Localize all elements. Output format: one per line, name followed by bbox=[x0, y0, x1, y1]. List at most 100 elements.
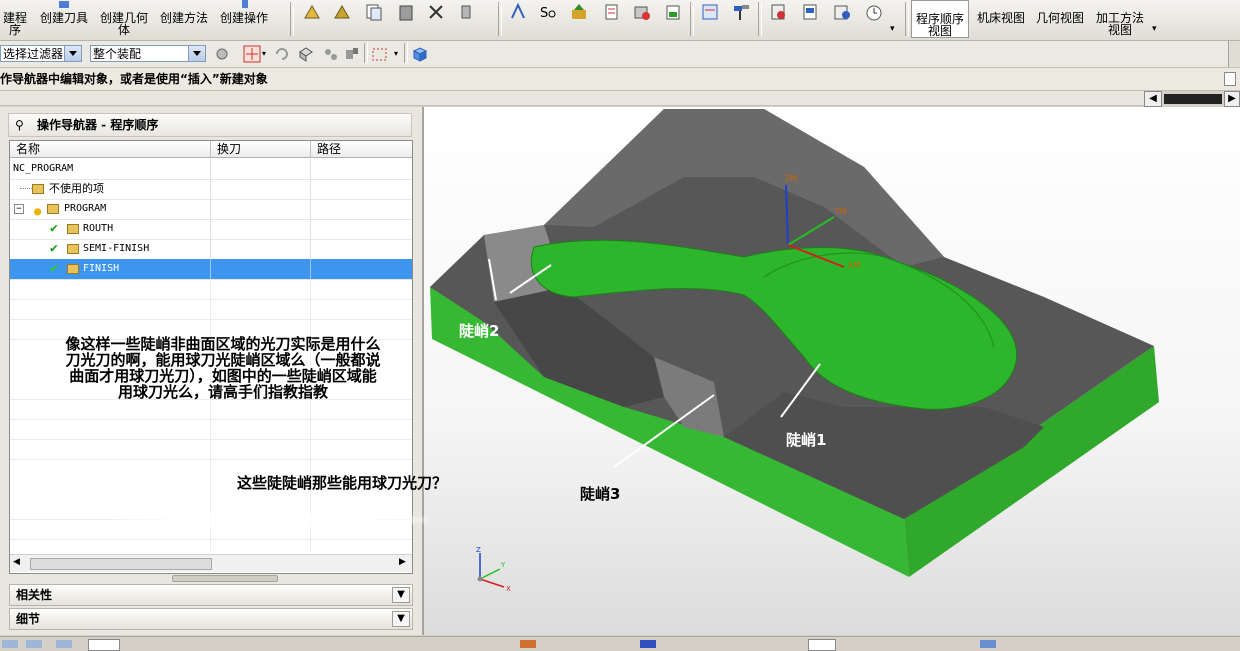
program-group-icon bbox=[67, 224, 79, 234]
label-steep-2: 陡峭2 bbox=[459, 322, 500, 340]
list-toolpath-icon[interactable] bbox=[602, 2, 622, 22]
scroll-thumb[interactable] bbox=[30, 558, 212, 570]
bottom-tool-icon[interactable] bbox=[520, 640, 536, 648]
create-operation-button[interactable]: 创建操作 bbox=[218, 0, 270, 38]
clock-icon[interactable] bbox=[864, 2, 884, 22]
toolbar-separator bbox=[404, 43, 408, 63]
viewport-scroll-strip: ◀ ▶ bbox=[0, 91, 1240, 107]
column-header-tool-change[interactable]: 换刀 bbox=[211, 141, 311, 158]
question-annotation: 像这样一些陡峭非曲面区域的光刀实际是用什么 刀光刀的啊，能用球刀光陡峭区域么（一… bbox=[65, 335, 381, 401]
paste-object-icon[interactable] bbox=[396, 2, 416, 22]
transform-icon[interactable] bbox=[768, 2, 788, 22]
main-toolbar: 建程序 创建刀具 创建几何体 创建方法 创建操作 S ▾ 程序顺序视图 机床视图… bbox=[0, 0, 1240, 41]
create-method-button[interactable]: 创建方法 bbox=[158, 0, 210, 38]
scroll-right-icon[interactable]: ▶ bbox=[399, 557, 406, 567]
toolbar-separator bbox=[905, 2, 909, 36]
status-panel-icon[interactable] bbox=[1224, 72, 1236, 86]
chevron-down-icon[interactable]: ▾ bbox=[394, 49, 398, 58]
information-icon[interactable] bbox=[800, 2, 820, 22]
tree-row[interactable]: 不使用的项 bbox=[10, 179, 412, 200]
lightbulb-icon: ● bbox=[34, 204, 42, 218]
method-view-button[interactable]: 加工方法视图 bbox=[1094, 0, 1146, 38]
select-body-icon[interactable] bbox=[296, 44, 316, 64]
column-header-name[interactable]: 名称 bbox=[10, 141, 211, 158]
verify-toolpath-icon[interactable] bbox=[570, 2, 590, 22]
navigator-title: 操作导航器 - 程序顺序 bbox=[37, 118, 159, 132]
tree-horizontal-scrollbar[interactable]: ◀ ▶ bbox=[10, 554, 412, 572]
undo-icon[interactable] bbox=[272, 44, 292, 64]
chevron-down-icon[interactable]: ▾ bbox=[262, 49, 266, 58]
tree-row-selected[interactable]: ✔ FINISH bbox=[10, 259, 412, 280]
select-component-icon[interactable] bbox=[342, 44, 362, 64]
check-icon: ✔ bbox=[50, 261, 58, 276]
create-geometry-button[interactable]: 创建几何体 bbox=[98, 0, 150, 38]
machine-view-button[interactable]: 机床视图 bbox=[975, 0, 1027, 38]
rectangle-select-icon[interactable] bbox=[370, 44, 390, 64]
collapse-toggle-icon[interactable]: − bbox=[14, 204, 24, 214]
bottom-tool-icon[interactable] bbox=[56, 640, 72, 648]
xm-label: XM bbox=[848, 261, 860, 270]
delete-object-icon[interactable] bbox=[426, 2, 446, 22]
chevron-down-icon[interactable]: ▼ bbox=[392, 611, 410, 627]
graphics-viewport[interactable]: ZM YM XM Z Y X 陡峭2 陡峭1 陡峭3 bbox=[424, 107, 1240, 635]
shop-doc-icon[interactable] bbox=[664, 2, 684, 22]
cut-object-icon[interactable] bbox=[332, 2, 352, 22]
part-model: ZM YM XM Z Y X bbox=[430, 109, 1159, 593]
program-order-icon bbox=[932, 1, 948, 11]
copy-object-icon[interactable] bbox=[364, 2, 384, 22]
generate-toolpath-icon[interactable] bbox=[508, 2, 528, 22]
create-program-button[interactable]: 建程序 bbox=[0, 0, 30, 38]
tree-row[interactable]: NC_PROGRAM bbox=[10, 159, 412, 180]
select-point-icon[interactable] bbox=[242, 44, 262, 64]
create-tool-button[interactable]: 创建刀具 bbox=[38, 0, 90, 38]
chevron-down-icon[interactable] bbox=[188, 46, 205, 61]
snap-icon[interactable] bbox=[212, 44, 232, 64]
bottom-tool-icon[interactable] bbox=[980, 640, 996, 648]
chevron-down-icon[interactable] bbox=[64, 46, 81, 61]
scroll-left-icon[interactable]: ◀ bbox=[13, 557, 20, 567]
bottom-tool-icon[interactable] bbox=[2, 640, 18, 648]
tree-row[interactable]: ✔ SEMI-FINISH bbox=[10, 239, 412, 260]
bottom-tool-icon[interactable] bbox=[26, 640, 42, 648]
tool-library-icon[interactable] bbox=[700, 2, 720, 22]
display-object-icon[interactable] bbox=[456, 2, 476, 22]
toolbar-overflow-icon[interactable]: ▾ bbox=[1152, 24, 1157, 34]
check-icon: ✔ bbox=[50, 221, 58, 236]
bottom-tool-active[interactable] bbox=[88, 639, 120, 651]
details-section[interactable]: 细节 ▼ bbox=[9, 608, 413, 630]
bottom-tool-active[interactable] bbox=[808, 639, 836, 651]
chevron-down-icon[interactable]: ▼ bbox=[392, 587, 410, 603]
toolbar-separator bbox=[364, 43, 368, 63]
select-feature-icon[interactable] bbox=[320, 44, 340, 64]
geometry-view-button[interactable]: 几何视图 bbox=[1033, 0, 1087, 38]
3d-view-icon[interactable] bbox=[410, 44, 430, 64]
geometry-icon bbox=[116, 0, 132, 10]
label-steep-1: 陡峭1 bbox=[786, 431, 827, 449]
dependencies-section[interactable]: 相关性 ▼ bbox=[9, 584, 413, 606]
replay-toolpath-icon[interactable]: S bbox=[538, 2, 558, 22]
postprocess-icon[interactable] bbox=[632, 2, 652, 22]
svg-text:Z: Z bbox=[476, 546, 481, 554]
navigator-title-bar: ⚲ 操作导航器 - 程序顺序 bbox=[8, 113, 412, 137]
svg-text:Y: Y bbox=[500, 561, 506, 569]
assembly-scope-dropdown[interactable]: 整个装配 bbox=[90, 45, 206, 62]
program-order-view-button[interactable]: 程序顺序视图 bbox=[911, 0, 969, 38]
feeds-icon[interactable] bbox=[832, 2, 852, 22]
scroll-left-button[interactable]: ◀ bbox=[1144, 91, 1162, 107]
tree-row[interactable]: − ● PROGRAM bbox=[10, 199, 412, 220]
machine-tool-icon[interactable] bbox=[732, 2, 752, 22]
status-message: 作导航器中编辑对象，或者是使用“插入”新建对象 bbox=[0, 72, 268, 86]
scroll-right-button[interactable]: ▶ bbox=[1224, 91, 1240, 107]
column-header-path[interactable]: 路径 bbox=[311, 141, 412, 158]
bottom-tool-icon[interactable] bbox=[640, 640, 656, 648]
triad-origin bbox=[477, 576, 483, 582]
selection-filter-dropdown[interactable]: 选择过滤器 bbox=[0, 45, 82, 62]
pin-icon[interactable]: ⚲ bbox=[15, 114, 24, 136]
toolbar-grip[interactable] bbox=[1228, 41, 1240, 67]
edit-object-icon[interactable] bbox=[302, 2, 322, 22]
panel-splitter[interactable] bbox=[172, 575, 278, 582]
tree-row[interactable]: ✔ ROUTH bbox=[10, 219, 412, 240]
toolbar-overflow-icon[interactable]: ▾ bbox=[890, 24, 895, 34]
scroll-thumb[interactable] bbox=[1164, 94, 1222, 104]
label-steep-3: 陡峭3 bbox=[580, 485, 621, 503]
